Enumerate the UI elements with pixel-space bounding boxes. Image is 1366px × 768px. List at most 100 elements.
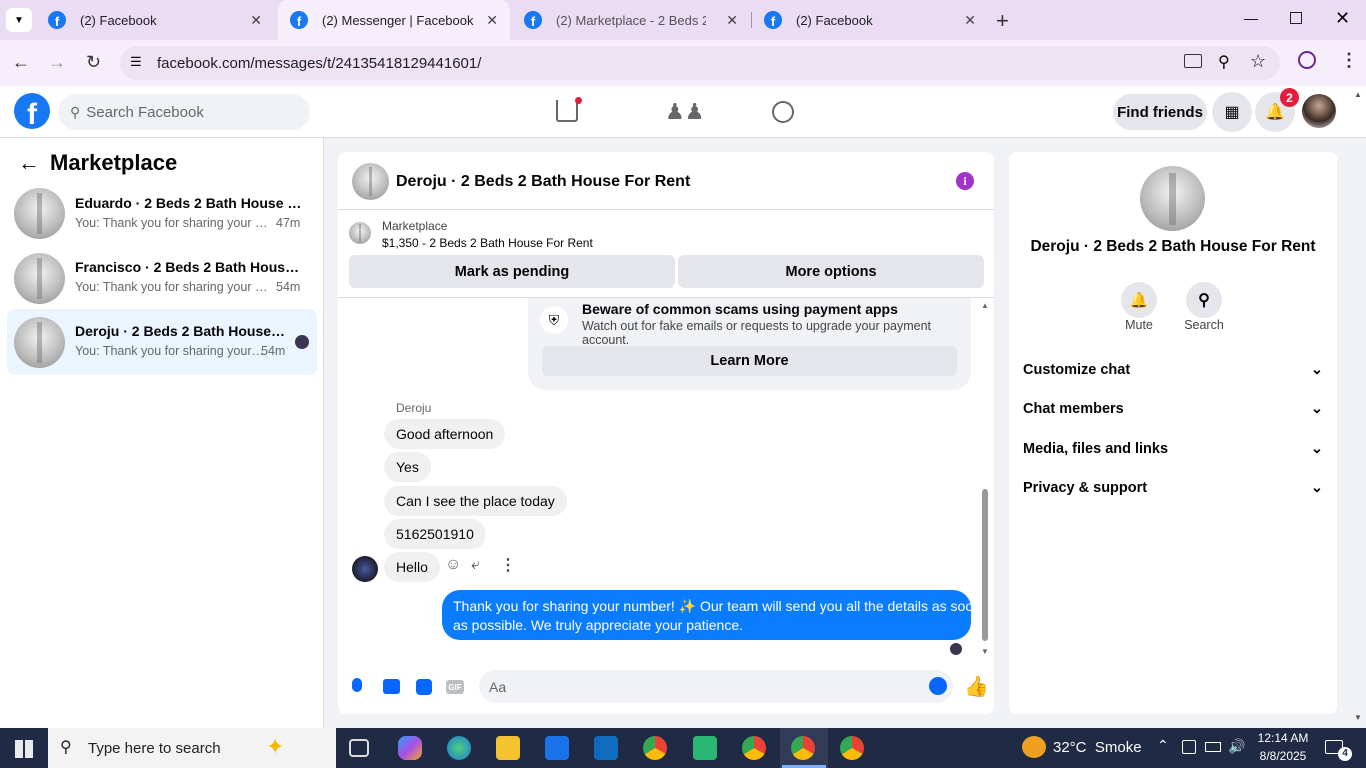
more-options-button[interactable]: More options (678, 255, 984, 288)
message-more-icon[interactable]: ⋮ (500, 555, 516, 575)
windows-start-icon[interactable] (15, 740, 33, 758)
message-bubble[interactable]: Good afternoon (384, 419, 506, 449)
scrollbar-thumb[interactable] (982, 489, 988, 641)
weather-icon[interactable] (1022, 736, 1046, 758)
outlook-icon[interactable] (594, 736, 618, 760)
browser-menu-icon[interactable]: ⋮ (1340, 50, 1358, 71)
install-app-icon[interactable] (1184, 54, 1202, 68)
close-tab-icon[interactable]: ✕ (250, 12, 262, 29)
task-view-icon[interactable] (349, 739, 369, 757)
conversation-item-deroju[interactable]: Deroju · 2 Beds 2 Bath House Fo... You: … (7, 309, 317, 375)
section-customize-chat[interactable]: Customize chat ⌄ (1023, 362, 1323, 378)
scroll-down-arrow-icon[interactable]: ▼ (981, 647, 989, 656)
site-info-icon[interactable]: ☰ (130, 54, 142, 70)
message-bubble[interactable]: Yes (384, 452, 431, 482)
gif-icon[interactable]: GIF (446, 680, 464, 694)
search-icon: ⚲ (70, 103, 81, 120)
chrome-icon[interactable] (643, 736, 667, 760)
info-avatar[interactable] (1140, 166, 1205, 231)
section-media-files-links[interactable]: Media, files and links ⌄ (1023, 441, 1323, 457)
chrome-profile-2-icon[interactable] (840, 736, 864, 760)
page-scroll-down-icon[interactable]: ▼ (1354, 713, 1362, 722)
close-tab-icon[interactable]: ✕ (486, 12, 498, 29)
copilot-icon[interactable] (398, 736, 422, 760)
chrome-profile-icon[interactable] (742, 736, 766, 760)
chevron-down-icon: ⌄ (1310, 441, 1323, 457)
conversation-item-eduardo[interactable]: Eduardo · 2 Beds 2 Bath House For... You… (7, 181, 317, 247)
find-friends-button[interactable]: Find friends (1113, 94, 1207, 130)
reload-icon[interactable]: ↻ (86, 52, 101, 73)
file-explorer-icon[interactable] (496, 736, 520, 760)
chat-title[interactable]: Deroju · 2 Beds 2 Bath House For Rent (396, 173, 690, 191)
minimize-window-icon[interactable]: — (1244, 10, 1258, 26)
facebook-search-input[interactable]: ⚲ Search Facebook (58, 94, 310, 130)
friends-nav-icon[interactable]: ♟♟ (665, 99, 704, 125)
sender-avatar[interactable] (352, 556, 378, 582)
microphone-icon[interactable] (352, 678, 362, 692)
profile-icon[interactable] (1298, 51, 1316, 69)
taskbar-search-box[interactable]: ⚲ Type here to search ✦ (48, 728, 336, 768)
close-tab-icon[interactable]: ✕ (964, 12, 976, 29)
mark-as-pending-button[interactable]: Mark as pending (349, 255, 675, 288)
edge-icon[interactable] (447, 736, 471, 760)
chat-header-avatar[interactable] (352, 163, 389, 200)
section-label: Customize chat (1023, 362, 1131, 378)
menu-grid-icon[interactable]: ▦ (1212, 92, 1252, 132)
scroll-up-arrow-icon[interactable]: ▲ (981, 301, 989, 310)
message-bubble[interactable]: 5162501910 (384, 519, 486, 549)
browser-tab-messenger[interactable]: f (2) Messenger | Facebook ✕ (278, 0, 510, 40)
message-bubble[interactable]: Hello (384, 552, 440, 582)
show-hidden-icons-icon[interactable]: ⌃ (1157, 737, 1169, 754)
facebook-logo-icon[interactable]: f (14, 93, 50, 129)
weather-text[interactable]: 32°C Smoke (1053, 739, 1142, 756)
my-message-bubble[interactable]: Thank you for sharing your number! ✨ Our… (442, 590, 981, 640)
back-arrow-icon[interactable]: ← (18, 150, 40, 176)
chat-scrollbar[interactable]: ▲ ▼ (981, 301, 989, 656)
message-bubble[interactable]: Can I see the place today (384, 486, 567, 516)
browser-tab-facebook-1[interactable]: f (2) Facebook ✕ (36, 0, 274, 40)
search-in-chat-button[interactable]: ⚲ (1186, 282, 1222, 318)
conversation-info-icon[interactable]: i (956, 172, 974, 190)
learn-more-button[interactable]: Learn More (542, 346, 957, 376)
listing-thumbnail[interactable] (349, 222, 371, 244)
forward-icon[interactable]: → (48, 52, 66, 73)
stocks-app-icon[interactable] (693, 736, 717, 760)
message-input[interactable]: Aa (479, 670, 953, 703)
photo-icon[interactable] (383, 679, 400, 694)
back-icon[interactable]: ← (12, 52, 30, 73)
meet-now-icon[interactable] (1182, 740, 1196, 754)
new-tab-icon[interactable]: + (996, 8, 1009, 34)
clock-time[interactable]: 12:14 AM (1255, 731, 1311, 745)
account-avatar[interactable] (1302, 94, 1336, 128)
restore-window-icon[interactable] (1290, 12, 1302, 24)
home-nav-icon[interactable] (556, 100, 578, 122)
close-tab-icon[interactable]: ✕ (726, 12, 738, 29)
bookmark-star-icon[interactable]: ☆ (1250, 51, 1266, 72)
conversation-sidebar: ← Marketplace Eduardo · 2 Beds 2 Bath Ho… (0, 138, 324, 728)
search-label: Search (1184, 318, 1224, 332)
listing-label: Marketplace (382, 219, 448, 233)
browser-tab-facebook-2[interactable]: f (2) Facebook ✕ (752, 0, 988, 40)
microsoft-store-icon[interactable] (545, 736, 569, 760)
conversation-item-francisco[interactable]: Francisco · 2 Beds 2 Bath House Fo... Yo… (7, 245, 317, 311)
groups-nav-icon[interactable] (772, 101, 794, 123)
clock-date[interactable]: 8/8/2025 (1255, 749, 1311, 763)
address-bar[interactable]: ☰ facebook.com/messages/t/24135418129441… (120, 46, 1280, 80)
sticker-icon[interactable] (416, 679, 432, 695)
mute-button[interactable]: 🔔 (1121, 282, 1157, 318)
reply-arrow-icon[interactable]: ⤶ (471, 556, 480, 574)
volume-icon[interactable]: 🔊 (1228, 738, 1245, 755)
section-chat-members[interactable]: Chat members ⌄ (1023, 401, 1323, 417)
chrome-active-icon[interactable] (791, 736, 815, 760)
battery-icon[interactable] (1205, 742, 1221, 752)
react-emoji-icon[interactable]: ☺ (445, 556, 461, 574)
close-window-icon[interactable]: ✕ (1335, 8, 1350, 29)
browser-tab-marketplace[interactable]: f (2) Marketplace - 2 Beds 2 Bath ✕ (512, 0, 750, 40)
tab-search-dropdown-icon[interactable]: ▼ (6, 8, 32, 32)
zoom-icon[interactable]: ⚲ (1218, 52, 1230, 72)
section-privacy-support[interactable]: Privacy & support ⌄ (1023, 480, 1323, 496)
emoji-icon[interactable] (929, 677, 947, 695)
listing-text[interactable]: $1,350 - 2 Beds 2 Bath House For Rent (382, 236, 593, 250)
page-scroll-up-icon[interactable]: ▲ (1354, 90, 1362, 99)
like-thumbs-up-icon[interactable]: 👍 (964, 674, 989, 699)
